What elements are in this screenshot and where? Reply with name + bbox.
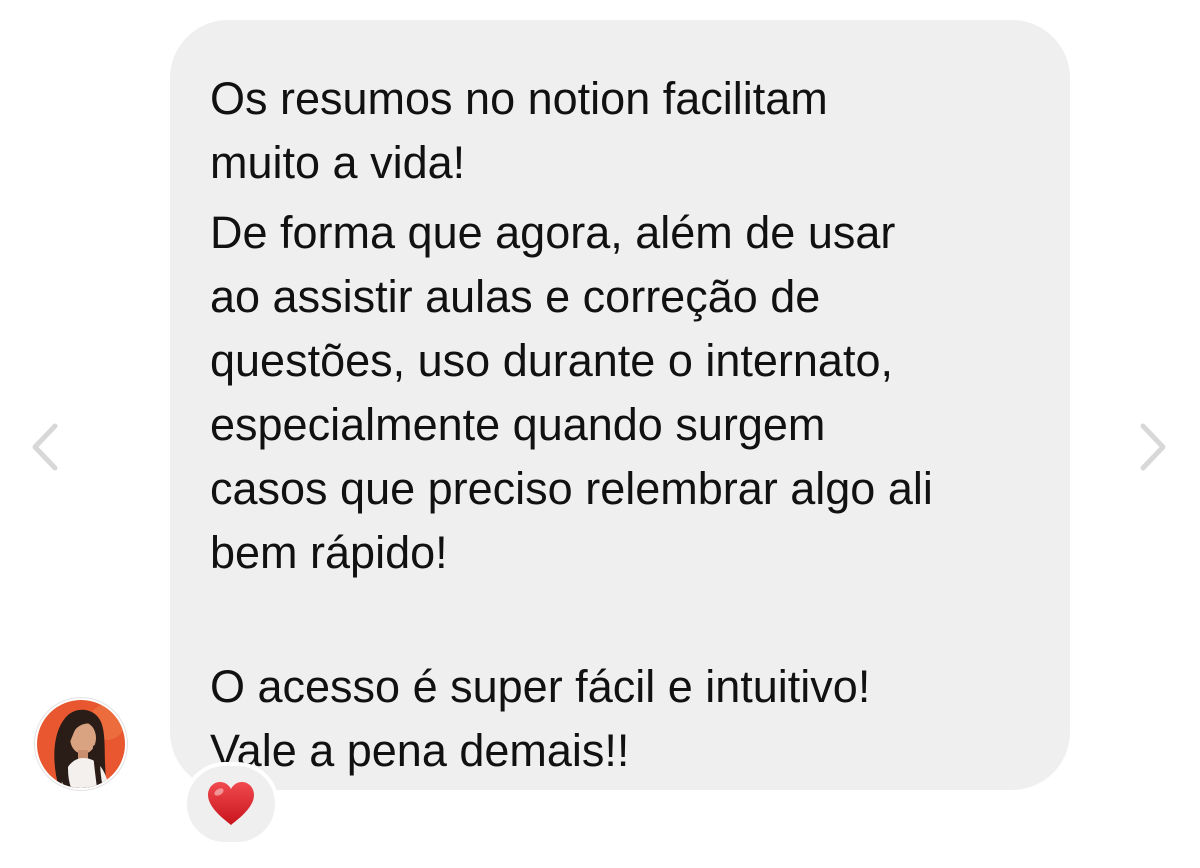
- chevron-right-icon: [1140, 423, 1166, 471]
- message-text-line: Os resumos no notion facilitam: [210, 73, 828, 124]
- message-paragraph-2: De forma que agora, além de usar ao assi…: [210, 201, 1030, 585]
- message-text-line: O acesso é super fácil e intuitivo!: [210, 661, 871, 712]
- heart-reaction[interactable]: [183, 762, 279, 846]
- carousel-slide: Os resumos no notion facilitam muito a v…: [0, 0, 1200, 868]
- message-paragraph-3: O acesso é super fácil e intuitivo! Vale…: [210, 655, 1030, 783]
- message-text-line: bem rápido!: [210, 527, 448, 578]
- message-text-line: muito a vida!: [210, 137, 466, 188]
- message-text-line: especialmente quando surgem: [210, 399, 826, 450]
- sender-avatar[interactable]: [37, 700, 125, 788]
- avatar-image: [37, 700, 125, 788]
- message-paragraph-1: Os resumos no notion facilitam muito a v…: [210, 67, 1030, 195]
- message-text-line: questões, uso durante o internato,: [210, 335, 893, 386]
- heart-icon: [208, 782, 254, 825]
- message-text-line: casos que preciso relembrar algo ali: [210, 463, 933, 514]
- message-bubble: Os resumos no notion facilitam muito a v…: [170, 20, 1070, 790]
- previous-slide-button[interactable]: [24, 420, 64, 474]
- message-text-line: Vale a pena demais!!: [210, 725, 630, 776]
- message-text-line: ao assistir aulas e correção de: [210, 271, 821, 322]
- chevron-left-icon: [32, 423, 58, 471]
- next-slide-button[interactable]: [1134, 420, 1174, 474]
- message-text-line: De forma que agora, além de usar: [210, 207, 896, 258]
